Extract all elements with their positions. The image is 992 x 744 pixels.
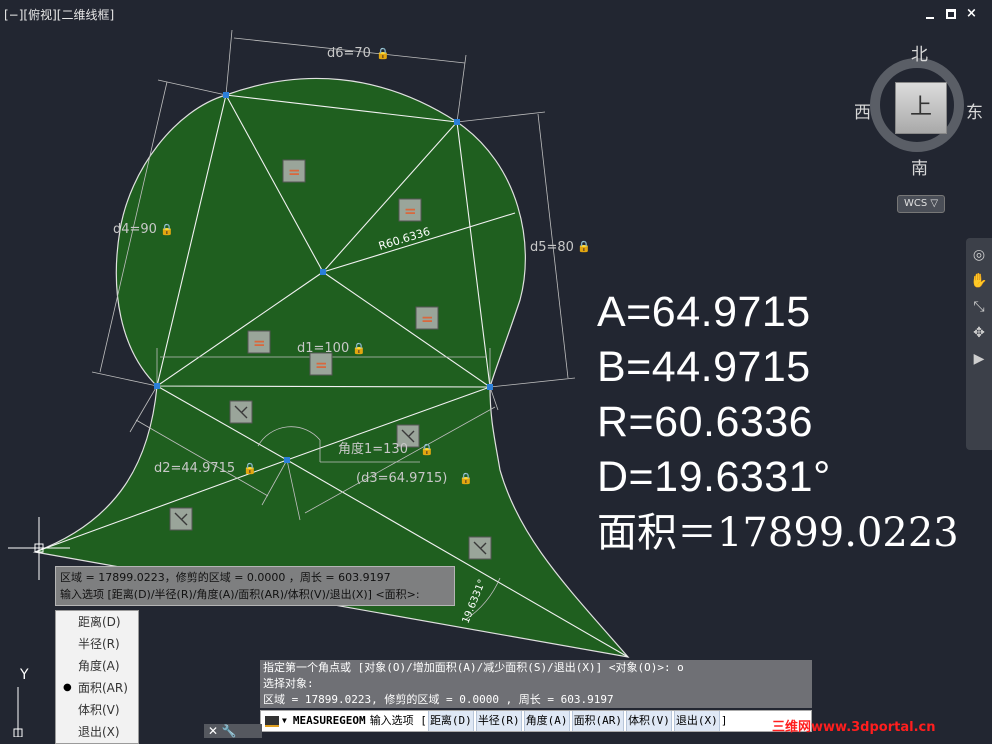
- command-line-handle[interactable]: ✕ 🔧: [204, 724, 262, 738]
- command-history-line: 选择对象:: [260, 676, 812, 692]
- d6-label: d6=70: [327, 46, 371, 61]
- lock-icon-angle1: 🔒: [420, 443, 434, 456]
- lock-icon-d3: 🔒: [459, 472, 473, 485]
- equal-glyph-3: =: [421, 310, 434, 328]
- option-distance[interactable]: 距离(D): [427, 711, 474, 731]
- command-history-line: 区域 = 17899.0223, 修剪的区域 = 0.0000 , 周长 = 6…: [260, 692, 812, 708]
- option-volume[interactable]: 体积(V): [626, 711, 672, 731]
- equal-glyph-2: =: [404, 202, 417, 220]
- menu-item-distance[interactable]: 距离(D): [56, 611, 138, 633]
- viewcube[interactable]: 上 北 南 西 东: [854, 45, 983, 179]
- command-prompt: 输入选项: [369, 714, 414, 727]
- option-exit[interactable]: 退出(X): [673, 711, 720, 731]
- option-area[interactable]: 面积(AR): [571, 711, 625, 731]
- menu-item-angle[interactable]: 角度(A): [56, 655, 138, 677]
- watermark: 三维网www.3dportal.cn: [772, 720, 936, 735]
- d3-label: (d3=64.9715): [356, 471, 447, 486]
- result-a: A=64.9715: [597, 288, 811, 336]
- showmotion-icon[interactable]: ▶: [970, 350, 988, 368]
- wcs-button[interactable]: WCS ▽: [897, 195, 945, 213]
- menu-item-exit[interactable]: 退出(X): [56, 721, 138, 743]
- dynamic-input-history: 区域 = 17899.0223，修剪的区域 = 0.0000 ，周长 = 603…: [55, 566, 455, 606]
- history-line-1: 区域 = 17899.0223，修剪的区域 = 0.0000 ，周长 = 603…: [60, 571, 391, 584]
- measure-tool-icon: [265, 715, 279, 727]
- pan-icon[interactable]: ✋: [970, 272, 988, 290]
- options-menu: 距离(D) 半径(R) 角度(A) ● 面积(AR) 体积(V) 退出(X): [55, 610, 139, 744]
- history-line-2: 输入选项 [距离(D)/半径(R)/角度(A)/面积(AR)/体积(V)/退出(…: [60, 588, 420, 601]
- equal-glyph-1: =: [288, 163, 301, 181]
- lock-icon-d1: 🔒: [352, 342, 366, 355]
- result-area: 面积＝17899.0223: [597, 510, 959, 556]
- d5-label: d5=80: [530, 240, 574, 255]
- grip-lower-center: [284, 457, 290, 463]
- menu-item-radius[interactable]: 半径(R): [56, 633, 138, 655]
- orbit-icon[interactable]: ✥: [970, 324, 988, 342]
- command-line-window: 指定第一个角点或 [对象(O)/增加面积(A)/减少面积(S)/退出(X)] <…: [260, 660, 812, 732]
- d4-label: d4=90: [113, 222, 157, 237]
- dropdown-caret-icon[interactable]: ▼: [282, 711, 287, 731]
- command-name: MEASUREGEOM: [292, 714, 366, 727]
- option-angle[interactable]: 角度(A): [523, 711, 570, 731]
- ucs-icon: Y: [13, 667, 29, 737]
- compass-west[interactable]: 西: [854, 98, 871, 123]
- compass-north[interactable]: 北: [911, 40, 928, 65]
- result-b: B=44.9715: [597, 343, 811, 391]
- grip-center: [320, 269, 326, 275]
- menu-item-area[interactable]: ● 面积(AR): [56, 677, 138, 699]
- zoom-extents-icon[interactable]: ⤡: [970, 298, 988, 316]
- grip-mid-right: [487, 384, 493, 390]
- d2-label: d2=44.9715: [154, 461, 235, 476]
- menu-item-volume[interactable]: 体积(V): [56, 699, 138, 721]
- lock-icon-d2: 🔒: [243, 462, 257, 475]
- lock-icon-d6: 🔒: [376, 47, 390, 60]
- parallel-glyph: =: [315, 356, 328, 374]
- result-d: D=19.6331°: [597, 453, 831, 501]
- compass-east[interactable]: 东: [966, 98, 983, 123]
- equal-glyph-4: =: [253, 334, 266, 352]
- navigation-bar: ◎ ✋ ⤡ ✥ ▶: [966, 238, 992, 450]
- compass-south[interactable]: 南: [911, 154, 928, 179]
- lock-icon-d5: 🔒: [577, 240, 591, 253]
- grip-top-left: [223, 92, 229, 98]
- d1-label: d1=100: [297, 341, 349, 356]
- selected-bullet-icon: ●: [63, 682, 72, 693]
- ucs-y-label: Y: [19, 667, 29, 683]
- command-input[interactable]: ▼ MEASUREGEOM 输入选项 [ 距离(D) 半径(R) 角度(A) 面…: [260, 710, 812, 732]
- cube-face-top[interactable]: 上: [895, 82, 947, 134]
- lock-icon-d4: 🔒: [160, 223, 174, 236]
- grip-mid-left: [154, 383, 160, 389]
- grip-top-right: [454, 119, 460, 125]
- option-radius[interactable]: 半径(R): [475, 711, 522, 731]
- steering-wheel-icon[interactable]: ◎: [970, 246, 988, 264]
- angle1-label: 角度1=130: [338, 441, 408, 457]
- result-r: R=60.6336: [597, 398, 814, 446]
- results-annotation: A=64.9715 B=44.9715 R=60.6336 D=19.6331°…: [597, 285, 959, 563]
- command-history-line: 指定第一个角点或 [对象(O)/增加面积(A)/减少面积(S)/退出(X)] <…: [260, 660, 812, 676]
